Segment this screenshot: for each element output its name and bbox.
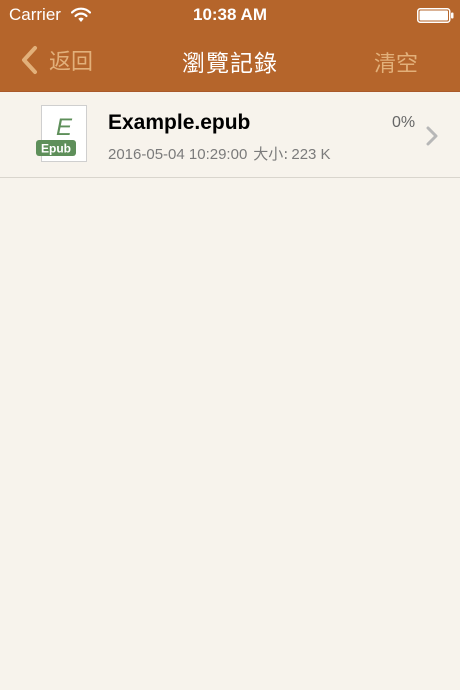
- clear-button[interactable]: 清空: [374, 46, 418, 78]
- file-name: Example.epub: [108, 111, 251, 134]
- file-meta: 2016-05-04 10:29:00 大小: 223 K: [108, 145, 331, 164]
- history-list: E Epub Example.epub 2016-05-04 10:29:00 大…: [0, 92, 460, 178]
- history-item[interactable]: E Epub Example.epub 2016-05-04 10:29:00 大…: [0, 92, 460, 178]
- clock-time: 10:38 AM: [192, 5, 267, 24]
- file-size-label: 大小:: [253, 145, 289, 163]
- status-bar: Carrier 10:38 AM: [0, 0, 460, 30]
- file-size-value: 223 K: [291, 146, 331, 163]
- navigation-bar: 返回 瀏覽記錄 清空: [0, 30, 460, 92]
- file-date: 2016-05-04 10:29:00: [108, 146, 248, 163]
- epub-icon-letter: E: [56, 114, 73, 141]
- chevron-right-icon: [426, 126, 438, 146]
- epub-file-icon: E Epub: [36, 105, 87, 162]
- epub-badge-label: Epub: [41, 142, 71, 156]
- reading-progress: 0%: [392, 114, 416, 131]
- battery-icon: [417, 8, 454, 23]
